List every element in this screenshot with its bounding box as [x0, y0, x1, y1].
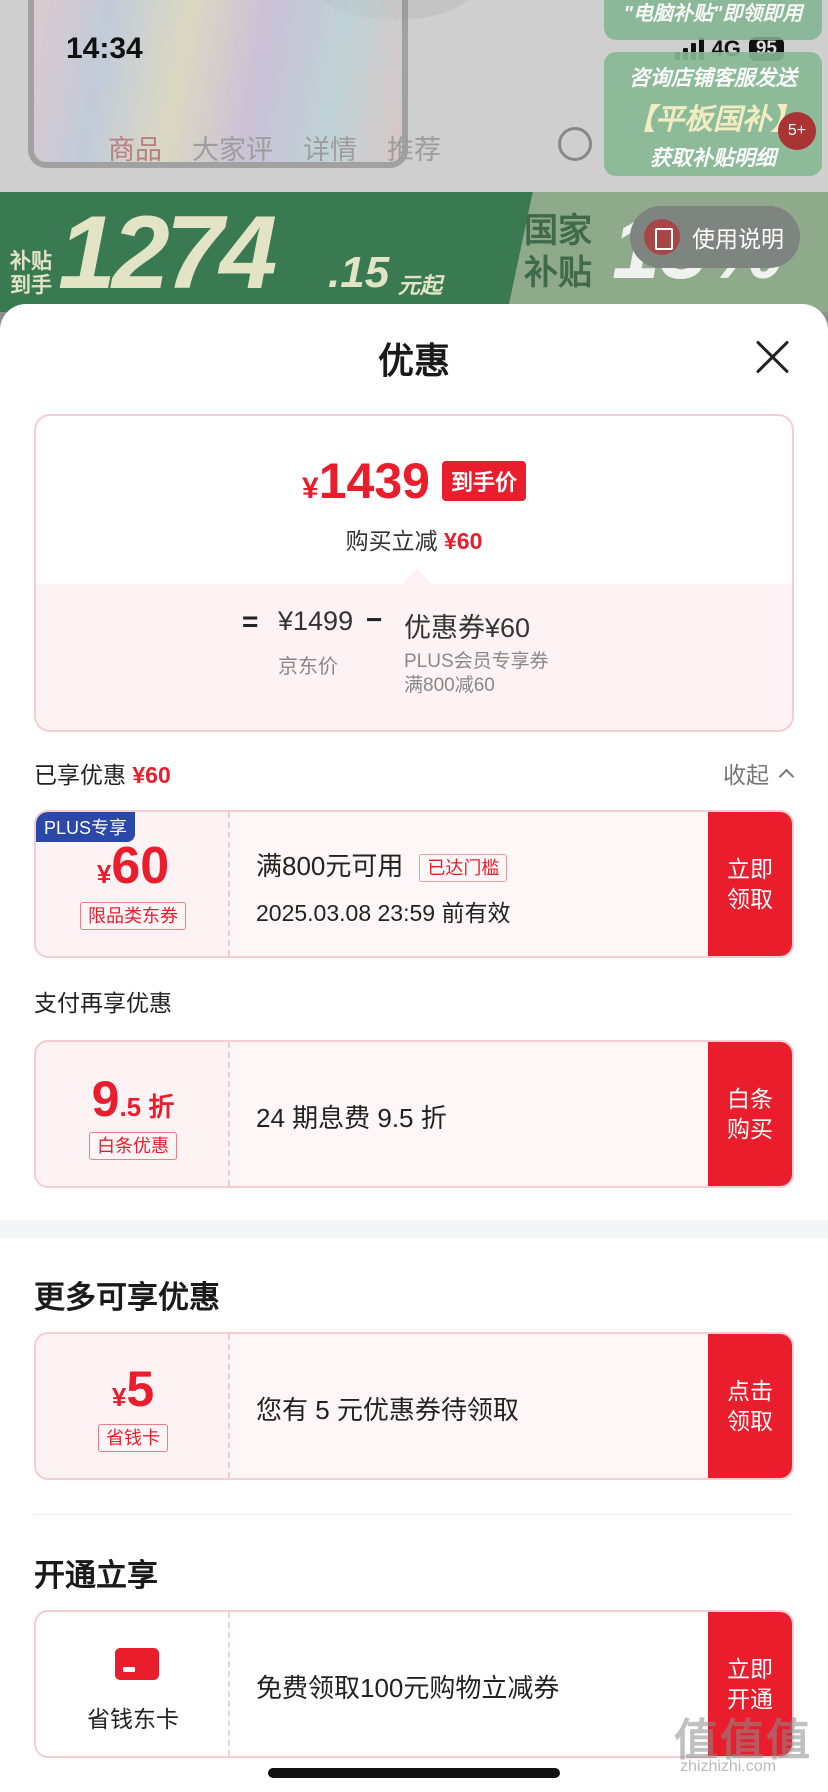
coupon-info: 满800元可用 已达门槛 2025.03.08 23:59 前有效: [230, 812, 708, 956]
coupon-plus: PLUS专享 ¥60 限品类东券 满800元可用 已达门槛 2025.03.08 …: [34, 810, 794, 958]
collapse-button[interactable]: 收起: [723, 756, 795, 790]
minus-sign: −: [366, 604, 383, 635]
discount-small: .5 折: [119, 1092, 175, 1122]
jd-price: ¥1499: [278, 606, 354, 636]
tab-reviews[interactable]: 大家评: [192, 128, 273, 167]
search-icon[interactable]: [558, 127, 592, 161]
discount-sheet: 优惠 ¥1439 到手价 购买立减 ¥60 = ¥1499 京东价 − 优惠券¥…: [0, 304, 828, 1792]
coupon-condition: 满800元可用: [256, 851, 404, 881]
chevron-up-icon: [778, 768, 795, 784]
price-card: ¥1439 到手价 购买立减 ¥60 = ¥1499 京东价 − 优惠券¥60 …: [34, 414, 794, 732]
coupon-value: ¥60: [36, 836, 230, 896]
discount-value: 9.5 折: [36, 1070, 230, 1128]
claim-button[interactable]: 立即领取: [708, 812, 792, 956]
status-time: 14:34: [66, 32, 143, 65]
instant-off-label: 购买立减: [345, 528, 438, 554]
click-claim-button[interactable]: 点击领取: [708, 1334, 792, 1478]
book-icon: [644, 219, 680, 255]
home-indicator: [268, 1768, 560, 1778]
coupon-value-number: 60: [111, 837, 170, 895]
coupon-desc: PLUS会员专享券 满800减60: [404, 650, 549, 698]
close-icon[interactable]: [756, 340, 790, 374]
help-button[interactable]: 使用说明: [630, 206, 800, 268]
coupon-info: 免费领取100元购物立减券: [230, 1612, 708, 1756]
coupon-type: 限品类东券: [36, 902, 230, 930]
more-heading: 更多可享优惠: [34, 1280, 220, 1315]
final-price-tag: 到手价: [441, 461, 526, 501]
instant-off-amount: ¥60: [444, 528, 483, 554]
currency-symbol: ¥: [302, 472, 319, 505]
enjoyed-label: 已享优惠 ¥60: [34, 756, 171, 790]
separator: [34, 1514, 794, 1515]
coupon-currency: ¥: [111, 1382, 127, 1412]
banner-gov: 国家 补贴: [524, 212, 592, 292]
coupon-left: PLUS专享 ¥60 限品类东券: [36, 812, 230, 956]
coupon-currency: ¥: [96, 859, 112, 889]
watermark-url: zhizhizhi.com: [680, 1758, 777, 1775]
section-divider: [0, 1220, 828, 1238]
coupon-desc-line-2: 满800减60: [404, 675, 495, 696]
jd-price-label: 京东价: [278, 656, 338, 678]
coupon-type: 白条优惠: [36, 1132, 230, 1160]
coupon-expiry: 2025.03.08 23:59 前有效: [256, 900, 511, 926]
final-price: ¥1439: [302, 452, 430, 510]
coupon-desc-line-1: PLUS会员专享券: [404, 651, 549, 672]
price-summary: ¥1439 到手价 购买立减 ¥60: [36, 416, 792, 584]
collapse-label: 收起: [723, 762, 769, 788]
coupon-baitiao: 9.5 折 白条优惠 24 期息费 9.5 折 白条购买: [34, 1040, 794, 1188]
tab-details[interactable]: 详情: [303, 128, 357, 167]
card-name: 省钱东卡: [87, 1706, 179, 1732]
coupon-value: ¥5: [36, 1360, 230, 1418]
coupon-left: 9.5 折 白条优惠: [36, 1042, 230, 1186]
enjoyed-amount: ¥60: [132, 762, 171, 788]
open-heading: 开通立享: [34, 1558, 158, 1593]
coupon-desc: 24 期息费 9.5 折: [256, 1103, 447, 1133]
tab-recommend[interactable]: 推荐: [387, 128, 441, 167]
coupon-condition-row: 满800元可用 已达门槛: [256, 846, 508, 883]
product-tabs: 商品 大家评 详情 推荐: [108, 128, 441, 167]
help-label: 使用说明: [692, 226, 784, 252]
card-icon: [115, 1648, 159, 1680]
coupon-amount: 优惠券¥60: [404, 613, 531, 643]
equals-sign: =: [242, 606, 259, 637]
tab-product[interactable]: 商品: [108, 128, 162, 167]
coupon-left: ¥5 省钱卡: [36, 1334, 230, 1478]
banner-price: 1274: [58, 195, 277, 311]
price-breakdown: = ¥1499 京东价 − 优惠券¥60 PLUS会员专享券 满800减60: [36, 568, 792, 730]
coupon-value-number: 5: [126, 1361, 155, 1417]
final-price-value: 1439: [318, 453, 430, 509]
coupon-desc: 免费领取100元购物立减券: [256, 1673, 560, 1703]
pay-section-label: 支付再享优惠: [34, 990, 172, 1016]
promo-line-1: 咨询店铺客服发送: [629, 67, 797, 90]
instant-off: 购买立减 ¥60: [36, 522, 792, 556]
coupon-card: ¥5 省钱卡 您有 5 元优惠券待领取 点击领取: [34, 1332, 794, 1480]
banner-decimals: .15: [328, 248, 390, 297]
banner-label: 补贴 到手: [10, 250, 52, 297]
enjoyed-text: 已享优惠: [34, 762, 126, 788]
final-price-row: ¥1439 到手价: [36, 452, 792, 510]
baitiao-buy-button[interactable]: 白条购买: [708, 1042, 792, 1186]
sheet-title: 优惠: [377, 340, 450, 381]
coupon-left: 省钱东卡: [36, 1612, 230, 1756]
banner-suffix: 元起: [398, 273, 443, 298]
coupon-desc: 您有 5 元优惠券待领取: [256, 1395, 519, 1425]
cart-badge: 5+: [778, 112, 816, 150]
coupon-status: 已达门槛: [419, 854, 508, 883]
discount-big: 9: [91, 1071, 120, 1127]
coupon-info: 您有 5 元优惠券待领取: [230, 1334, 708, 1478]
promo-top: "电脑补贴"即领即用: [604, 0, 822, 40]
coupon-type: 省钱卡: [36, 1424, 230, 1452]
coupon-info: 24 期息费 9.5 折: [230, 1042, 708, 1186]
